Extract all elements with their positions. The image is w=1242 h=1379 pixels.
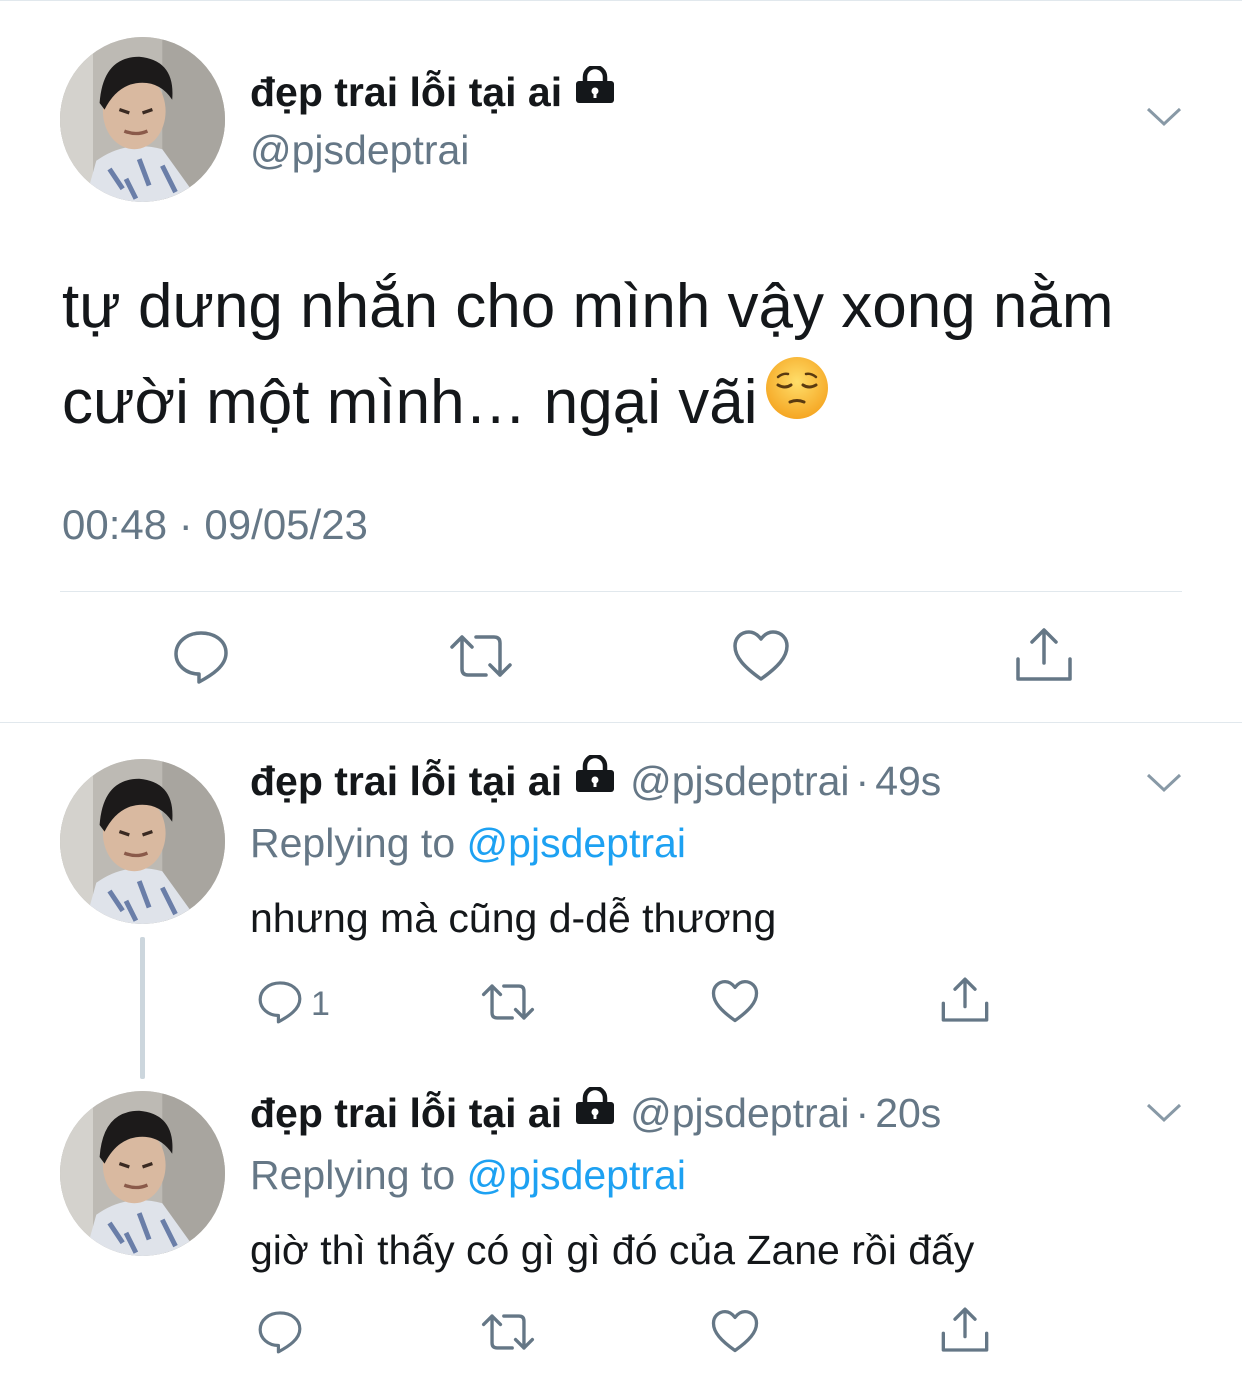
tweet-text-line-2: cười một mình… ngại vãi [62, 355, 1192, 455]
heart-icon [711, 1309, 759, 1359]
author-handle[interactable]: @pjsdeptrai [630, 1090, 849, 1136]
reply-text: nhưng mà cũng d-dễ thương [250, 895, 777, 941]
tweet-text-line-1: tự dưng nhắn cho mình vậy xong nằm [62, 272, 1114, 341]
share-icon [1014, 625, 1074, 690]
replying-to-line: Replying to @pjsdeptrai [250, 1152, 686, 1199]
share-button[interactable] [1014, 625, 1074, 690]
divider [0, 722, 1242, 723]
reply-icon [172, 629, 230, 690]
reply-time[interactable]: 49s [875, 758, 941, 804]
author-handle[interactable]: @pjsdeptrai [250, 127, 469, 174]
tweet-thread-page: đẹp trai lỗi tại ai @pjsdeptrai tự dưng … [0, 0, 1242, 1379]
avatar[interactable] [60, 1091, 225, 1256]
avatar-photo [60, 37, 225, 202]
share-button[interactable] [940, 1305, 990, 1360]
separator-dot: · [855, 1090, 870, 1136]
avatar-photo [60, 759, 225, 924]
author-display-name[interactable]: đẹp trai lỗi tại ai [250, 69, 562, 115]
tweet-text: tự dưng nhắn cho mình vậy xong nằm cười … [62, 259, 1192, 455]
replying-to-label: Replying to [250, 820, 456, 866]
share-icon [940, 975, 990, 1030]
reply-header: đẹp trai lỗi tại ai @pjsdeptrai · 20s [250, 1085, 941, 1140]
avatar[interactable] [60, 37, 225, 202]
reply-button[interactable] [257, 1309, 311, 1360]
reply-text: giờ thì thấy có gì gì đó của Zane rồi đấ… [250, 1227, 975, 1273]
heart-icon [732, 629, 790, 688]
replying-to-link[interactable]: @pjsdeptrai [467, 1152, 686, 1198]
separator-dot: · [855, 758, 870, 804]
retweet-icon [480, 1311, 536, 1358]
author-name-row[interactable]: đẹp trai lỗi tại ai [250, 64, 616, 119]
lock-icon [574, 64, 616, 114]
retweet-icon [448, 631, 514, 686]
like-button[interactable] [732, 629, 790, 688]
replying-to-line: Replying to @pjsdeptrai [250, 820, 686, 867]
avatar-photo [60, 1091, 225, 1256]
like-button[interactable] [711, 979, 759, 1029]
retweet-button[interactable] [480, 981, 536, 1028]
thread-connector-line [140, 937, 145, 1079]
chevron-down-icon[interactable] [1145, 105, 1183, 134]
share-icon [940, 1305, 990, 1360]
share-button[interactable] [940, 975, 990, 1030]
author-display-name[interactable]: đẹp trai lỗi tại ai [250, 758, 562, 804]
reply-button[interactable]: 1 [257, 979, 330, 1030]
tweet-text-line-2-text: cười một mình… ngại vãi [62, 368, 758, 437]
reply-button[interactable] [172, 629, 230, 690]
retweet-button[interactable] [480, 1311, 536, 1358]
chevron-down-icon[interactable] [1145, 771, 1183, 800]
lock-icon [574, 753, 616, 803]
retweet-icon [480, 981, 536, 1028]
replying-to-link[interactable]: @pjsdeptrai [467, 820, 686, 866]
reply-count: 1 [311, 985, 330, 1023]
author-display-name[interactable]: đẹp trai lỗi tại ai [250, 1090, 562, 1136]
chevron-down-icon[interactable] [1145, 1101, 1183, 1130]
reply-icon [257, 1309, 303, 1360]
reply-header: đẹp trai lỗi tại ai @pjsdeptrai · 49s [250, 753, 941, 808]
avatar[interactable] [60, 759, 225, 924]
retweet-button[interactable] [448, 631, 514, 686]
like-button[interactable] [711, 1309, 759, 1359]
pensive-face-emoji-icon [764, 353, 830, 449]
divider [60, 591, 1182, 592]
lock-icon [574, 1085, 616, 1135]
reply-icon [257, 979, 303, 1030]
author-handle[interactable]: @pjsdeptrai [630, 758, 849, 804]
replying-to-label: Replying to [250, 1152, 456, 1198]
tweet-timestamp[interactable]: 00:48 · 09/05/23 [62, 501, 368, 549]
reply-time[interactable]: 20s [875, 1090, 941, 1136]
heart-icon [711, 979, 759, 1029]
